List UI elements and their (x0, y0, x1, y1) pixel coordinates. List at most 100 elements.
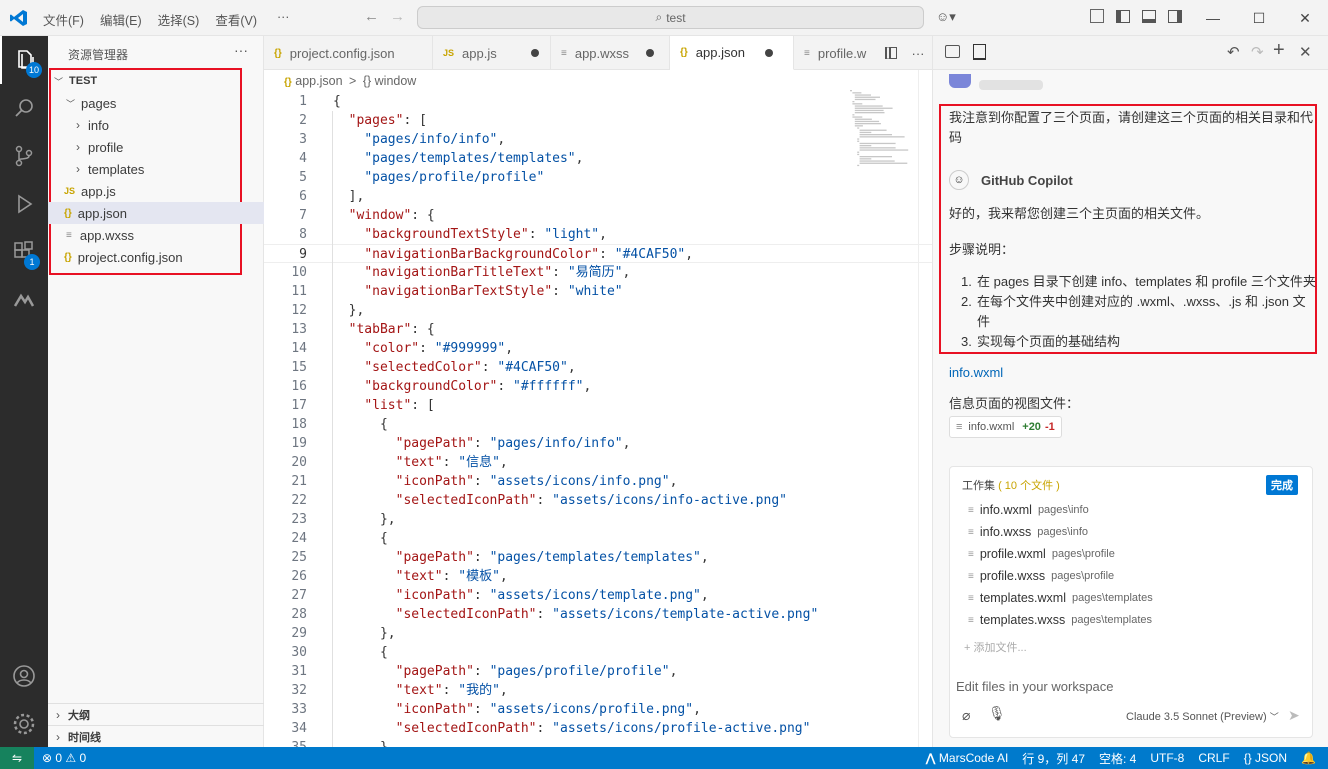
tree-item-pages[interactable]: ﹀ pages (48, 92, 264, 114)
line-ending[interactable]: CRLF (1198, 751, 1229, 765)
tab-app-js[interactable]: JS app.js (433, 36, 551, 70)
code-line[interactable]: 5 "pages/profile/profile" (264, 168, 932, 187)
code-line[interactable]: 4 "pages/templates/templates", (264, 149, 932, 168)
breadcrumb-node[interactable]: {} window (363, 74, 417, 88)
code-line[interactable]: 20 "text": "信息", (264, 453, 932, 472)
send-icon[interactable]: ➤ (1288, 707, 1300, 724)
code-line[interactable]: 30 { (264, 643, 932, 662)
close-panel-icon[interactable]: ✕ (1299, 43, 1312, 61)
editor-more-icon[interactable]: ··· (904, 36, 932, 70)
sidebar-more-icon[interactable]: ··· (234, 42, 248, 58)
search-activity-icon[interactable] (0, 84, 48, 132)
list-item[interactable]: ≡ profile.wxml pages\profile (968, 547, 1115, 561)
code-line[interactable]: 22 "selectedIconPath": "assets/icons/inf… (264, 491, 932, 510)
file-link[interactable]: info.wxml (949, 365, 1003, 380)
tree-item-app-json[interactable]: {} app.json (48, 202, 264, 224)
command-center-search[interactable]: ⌕ test (417, 6, 924, 29)
code-line[interactable]: 24 { (264, 529, 932, 548)
unsaved-dot-icon[interactable] (764, 48, 773, 57)
code-line[interactable]: 18 { (264, 415, 932, 434)
explorer-icon[interactable]: 10 (0, 36, 48, 84)
forward-arrow-icon[interactable]: → (390, 8, 405, 25)
chat-input[interactable]: Edit files in your workspace (956, 679, 1114, 694)
code-line[interactable]: 28 "selectedIconPath": "assets/icons/tem… (264, 605, 932, 624)
undo-icon[interactable]: ↶ (1227, 43, 1240, 61)
marscode-status[interactable]: ⋀ MarsCode AI (925, 751, 1008, 765)
code-line[interactable]: 19 "pagePath": "pages/info/info", (264, 434, 932, 453)
microphone-icon[interactable]: 🎙 (988, 705, 1006, 722)
tree-item-templates[interactable]: › templates (48, 158, 264, 180)
tree-item-info[interactable]: › info (48, 114, 264, 136)
code-line[interactable]: 13 "tabBar": { (264, 320, 932, 339)
problems-indicator[interactable]: ⊗ 0 ⚠ 0 (42, 751, 86, 765)
chat-tab-icon[interactable] (945, 45, 960, 58)
code-line[interactable]: 9 "navigationBarBackgroundColor": "#4CAF… (264, 244, 932, 263)
attach-icon[interactable]: ⌀ (962, 707, 970, 724)
tab-project-config[interactable]: {} project.config.json (264, 36, 433, 70)
code-line[interactable]: 26 "text": "模板", (264, 567, 932, 586)
toggle-secondary-sidebar-icon[interactable] (1168, 10, 1182, 23)
unsaved-dot-icon[interactable] (530, 49, 539, 57)
list-item[interactable]: ≡ profile.wxss pages\profile (968, 569, 1114, 583)
timeline-section[interactable]: › 时间线 (48, 725, 264, 747)
add-file-button[interactable]: + 添加文件... (964, 639, 1027, 655)
code-line[interactable]: 31 "pagePath": "pages/profile/profile", (264, 662, 932, 681)
language-mode[interactable]: {} JSON (1244, 751, 1287, 765)
model-picker[interactable]: Claude 3.5 Sonnet (Preview) ﹀ (1126, 710, 1279, 723)
code-line[interactable]: 8 "backgroundTextStyle": "light", (264, 225, 932, 244)
indentation[interactable]: 空格: 4 (1099, 750, 1136, 767)
new-chat-icon[interactable]: + (1273, 39, 1285, 62)
tab-app-json[interactable]: {} app.json (670, 36, 794, 70)
settings-gear-icon[interactable] (0, 700, 48, 748)
outline-section[interactable]: › 大纲 (48, 703, 264, 725)
run-debug-icon[interactable] (0, 180, 48, 228)
code-line[interactable]: 10 "navigationBarTitleText": "易简历", (264, 263, 932, 282)
toggle-sidebar-icon[interactable] (1116, 10, 1130, 23)
code-line[interactable]: 17 "list": [ (264, 396, 932, 415)
minimap[interactable] (850, 90, 912, 172)
code-editor[interactable]: {} app.json > {} window 1{2 "pages": [3 … (264, 70, 932, 747)
extensions-icon[interactable]: 1 (0, 228, 48, 276)
code-line[interactable]: 16 "backgroundColor": "#ffffff", (264, 377, 932, 396)
list-item[interactable]: ≡ templates.wxss pages\templates (968, 613, 1152, 627)
toggle-panel-icon[interactable] (1142, 10, 1156, 23)
code-line[interactable]: 32 "text": "我的", (264, 681, 932, 700)
done-button[interactable]: 完成 (1266, 475, 1298, 495)
code-line[interactable]: 14 "color": "#999999", (264, 339, 932, 358)
file-change-chip[interactable]: ≡ info.wxml +20 -1 (949, 416, 1062, 438)
notifications-bell-icon[interactable]: 🔔 (1301, 751, 1316, 765)
code-line[interactable]: 25 "pagePath": "pages/templates/template… (264, 548, 932, 567)
code-line[interactable]: 27 "iconPath": "assets/icons/template.pn… (264, 586, 932, 605)
minimize-button[interactable]: — (1190, 0, 1236, 36)
close-button[interactable]: ✕ (1282, 0, 1328, 36)
menu-view[interactable]: 查看(V) (215, 10, 257, 29)
tree-item-profile[interactable]: › profile (48, 136, 264, 158)
code-line[interactable]: 33 "iconPath": "assets/icons/profile.png… (264, 700, 932, 719)
tab-app-wxss[interactable]: ≡ app.wxss (551, 36, 670, 70)
code-line[interactable]: 1{ (264, 92, 932, 111)
code-line[interactable]: 23 }, (264, 510, 932, 529)
tree-item-app-js[interactable]: JS app.js (48, 180, 264, 202)
customize-layout-icon[interactable] (1090, 9, 1104, 23)
maximize-button[interactable]: ☐ (1236, 0, 1282, 36)
menu-more[interactable]: ··· (277, 10, 290, 29)
code-line[interactable]: 21 "iconPath": "assets/icons/info.png", (264, 472, 932, 491)
remote-icon[interactable]: ⇋ (0, 747, 34, 769)
list-item[interactable]: ≡ info.wxss pages\info (968, 525, 1088, 539)
list-item[interactable]: ≡ templates.wxml pages\templates (968, 591, 1153, 605)
tree-item-project-config[interactable]: {} project.config.json (48, 246, 264, 268)
code-line[interactable]: 3 "pages/info/info", (264, 130, 932, 149)
copilot-icon[interactable]: ☺▾ (936, 9, 956, 25)
code-line[interactable]: 6 ], (264, 187, 932, 206)
menu-file[interactable]: 文件(F) (43, 10, 84, 29)
code-line[interactable]: 2 "pages": [ (264, 111, 932, 130)
marscode-icon[interactable] (0, 276, 48, 324)
breadcrumb-file[interactable]: app.json (295, 74, 342, 88)
source-control-icon[interactable] (0, 132, 48, 180)
code-line[interactable]: 12 }, (264, 301, 932, 320)
code-line[interactable]: 29 }, (264, 624, 932, 643)
code-line[interactable]: 7 "window": { (264, 206, 932, 225)
cursor-position[interactable]: 行 9，列 47 (1022, 750, 1085, 767)
code-line[interactable]: 15 "selectedColor": "#4CAF50", (264, 358, 932, 377)
tab-profile[interactable]: ≡ profile.w (794, 36, 878, 70)
